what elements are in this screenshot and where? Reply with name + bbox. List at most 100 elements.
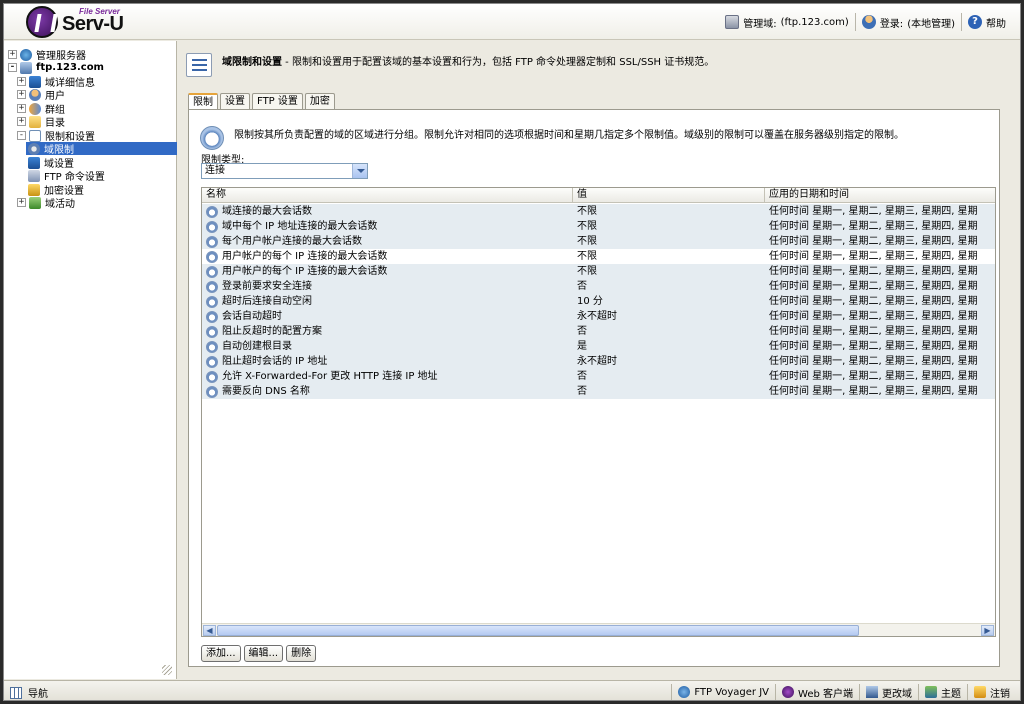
table-row[interactable]: 允许 X-Forwarded-For 更改 HTTP 连接 IP 地址 否 任何时间… — [202, 369, 995, 384]
theme-label: 主题 — [941, 688, 961, 700]
tab-ftp-settings[interactable]: FTP 设置 — [252, 93, 303, 109]
limit-clock-icon — [206, 295, 218, 308]
collapse-toggle[interactable]: - — [17, 131, 26, 140]
resize-grip[interactable] — [162, 665, 172, 675]
limit-value: 不限 — [577, 251, 597, 262]
tree-node-manage-server[interactable]: + 管理服务器 — [8, 48, 86, 62]
web-client-link[interactable]: Web 客户端 — [775, 684, 859, 700]
ftp-voyager-link[interactable]: FTP Voyager JV — [671, 684, 775, 700]
limit-value: 否 — [577, 326, 587, 337]
table-row[interactable]: 用户帐户的每个 IP 连接的最大会话数 不限 任何时间 星期一, 星期二, 星期三,… — [202, 264, 995, 279]
cell-name: 自动创建根目录 — [206, 339, 572, 354]
limit-name: 阻止反超时的配置方案 — [222, 326, 322, 337]
tree-node-label: 管理服务器 — [36, 51, 86, 62]
tree-node-domain-activity[interactable]: + 域活动 — [17, 196, 75, 210]
limit-clock-icon — [206, 280, 218, 293]
theme-link[interactable]: 主题 — [918, 684, 967, 700]
tree-node-domain-limits[interactable]: 域限制 — [26, 142, 177, 156]
limit-value: 不限 — [577, 236, 597, 247]
column-header-date-time[interactable]: 应用的日期和时间 — [765, 188, 995, 203]
checklist-icon — [186, 53, 212, 77]
tree-node-ftp-command-settings[interactable]: FTP 命令设置 — [28, 169, 105, 183]
tab-encryption[interactable]: 加密 — [304, 93, 335, 109]
navigation-toggle[interactable]: 导航 — [10, 685, 48, 700]
lock-icon — [28, 183, 40, 196]
web-client-label: Web 客户端 — [798, 688, 853, 700]
table-row[interactable]: 每个用户帐户连接的最大会话数 不限 任何时间 星期一, 星期二, 星期三, 星期四,… — [202, 234, 995, 249]
folder-icon — [29, 115, 41, 128]
limit-value: 永不超时 — [577, 311, 617, 322]
column-header-value[interactable]: 值 — [573, 188, 765, 203]
table-row[interactable]: 登录前要求安全连接 否 任何时间 星期一, 星期二, 星期三, 星期四, 星期 — [202, 279, 995, 294]
limit-value: 是 — [577, 341, 587, 352]
limit-name: 自动创建根目录 — [222, 341, 292, 352]
table-row[interactable]: 会话自动超时 永不超时 任何时间 星期一, 星期二, 星期三, 星期四, 星期 — [202, 309, 995, 324]
logo-emblem-icon — [26, 6, 58, 38]
table-row[interactable]: 域连接的最大会话数 不限 任何时间 星期一, 星期二, 星期三, 星期四, 星期 — [202, 204, 995, 219]
admin-domain-link[interactable]: 管理域: (ftp.123.com) — [719, 15, 855, 30]
collapse-toggle[interactable]: - — [8, 63, 17, 72]
limit-clock-icon — [206, 325, 218, 338]
column-header-name[interactable]: 名称 — [202, 188, 573, 203]
limits-description: 限制按其所负责配置的域的区域进行分组。限制允许对相同的选项根据时间和星期几指定多… — [234, 130, 904, 141]
chevron-down-icon[interactable] — [352, 164, 367, 178]
limit-type-value: 连接 — [205, 165, 225, 176]
table-row[interactable]: 阻止反超时的配置方案 否 任何时间 星期一, 星期二, 星期三, 星期四, 星期 — [202, 324, 995, 339]
cell-name: 允许 X-Forwarded-For 更改 HTTP 连接 IP 地址 — [206, 369, 572, 384]
limit-value: 否 — [577, 386, 587, 397]
navigation-label: 导航 — [28, 689, 48, 700]
limit-type-select[interactable]: 连接 — [201, 163, 368, 179]
limit-date-time: 任何时间 星期一, 星期二, 星期三, 星期四, 星期 — [769, 356, 978, 367]
change-domain-link[interactable]: 更改域 — [859, 684, 918, 700]
limit-date-time: 任何时间 星期一, 星期二, 星期三, 星期四, 星期 — [769, 236, 978, 247]
expand-toggle[interactable]: + — [17, 117, 26, 126]
add-button[interactable]: 添加... — [201, 645, 241, 662]
login-value: (本地管理) — [907, 18, 955, 30]
cell-name: 阻止超时会话的 IP 地址 — [206, 354, 572, 369]
activity-icon — [29, 196, 41, 209]
limit-date-time: 任何时间 星期一, 星期二, 星期三, 星期四, 星期 — [769, 221, 978, 232]
login-link[interactable]: 登录: (本地管理) — [856, 15, 961, 30]
scroll-left-button[interactable]: ◀ — [203, 625, 216, 636]
tree-node-domain[interactable]: - ftp.123.com — [8, 61, 104, 74]
cell-name: 用户帐户的每个 IP 连接的最大会话数 — [206, 264, 572, 279]
limit-value: 永不超时 — [577, 356, 617, 367]
tree-node-label: 域活动 — [45, 199, 75, 210]
table-row[interactable]: 超时后连接自动空闲 10 分 任何时间 星期一, 星期二, 星期三, 星期四, 星期 — [202, 294, 995, 309]
expand-toggle[interactable]: + — [17, 90, 26, 99]
limit-clock-icon — [206, 355, 218, 368]
help-link[interactable]: ? 帮助 — [962, 15, 1012, 30]
limit-value: 不限 — [577, 221, 597, 232]
limit-name: 登录前要求安全连接 — [222, 281, 312, 292]
scroll-thumb[interactable] — [217, 625, 859, 636]
horizontal-scrollbar[interactable]: ◀ ▶ — [202, 623, 995, 636]
expand-toggle[interactable]: + — [17, 198, 26, 207]
tree-node-users[interactable]: + 用户 — [17, 88, 65, 102]
domain-settings-icon — [28, 156, 40, 169]
limit-date-time: 任何时间 星期一, 星期二, 星期三, 星期四, 星期 — [769, 251, 978, 262]
table-row[interactable]: 域中每个 IP 地址连接的最大会话数 不限 任何时间 星期一, 星期二, 星期三, … — [202, 219, 995, 234]
logout-link[interactable]: 注销 — [967, 684, 1016, 700]
users-icon — [29, 88, 41, 101]
tab-settings[interactable]: 设置 — [220, 93, 250, 109]
delete-button[interactable]: 删除 — [286, 645, 317, 662]
expand-toggle[interactable]: + — [17, 104, 26, 113]
cell-name: 阻止反超时的配置方案 — [206, 324, 572, 339]
logout-icon — [974, 686, 986, 698]
table-row[interactable]: 需要反向 DNS 名称 否 任何时间 星期一, 星期二, 星期三, 星期四, 星期 — [202, 384, 995, 399]
tree-node-directories[interactable]: + 目录 — [17, 115, 65, 129]
limit-date-time: 任何时间 星期一, 星期二, 星期三, 星期四, 星期 — [769, 266, 978, 277]
table-row[interactable]: 阻止超时会话的 IP 地址 永不超时 任何时间 星期一, 星期二, 星期三, 星期四… — [202, 354, 995, 369]
limit-clock-icon — [206, 235, 218, 248]
expand-toggle[interactable]: + — [8, 50, 17, 59]
theme-icon — [925, 686, 937, 698]
logout-label: 注销 — [990, 688, 1010, 700]
tab-bar: 限制 设置 FTP 设置 加密 — [188, 93, 337, 110]
tab-limits[interactable]: 限制 — [188, 93, 218, 110]
scroll-right-button[interactable]: ▶ — [981, 625, 994, 636]
table-row[interactable]: 自动创建根目录 是 任何时间 星期一, 星期二, 星期三, 星期四, 星期 — [202, 339, 995, 354]
table-row[interactable]: 用户帐户的每个 IP 连接的最大会话数 不限 任何时间 星期一, 星期二, 星期三,… — [202, 249, 995, 264]
edit-button[interactable]: 编辑... — [243, 645, 284, 662]
limit-date-time: 任何时间 星期一, 星期二, 星期三, 星期四, 星期 — [769, 326, 978, 337]
expand-toggle[interactable]: + — [17, 77, 26, 86]
